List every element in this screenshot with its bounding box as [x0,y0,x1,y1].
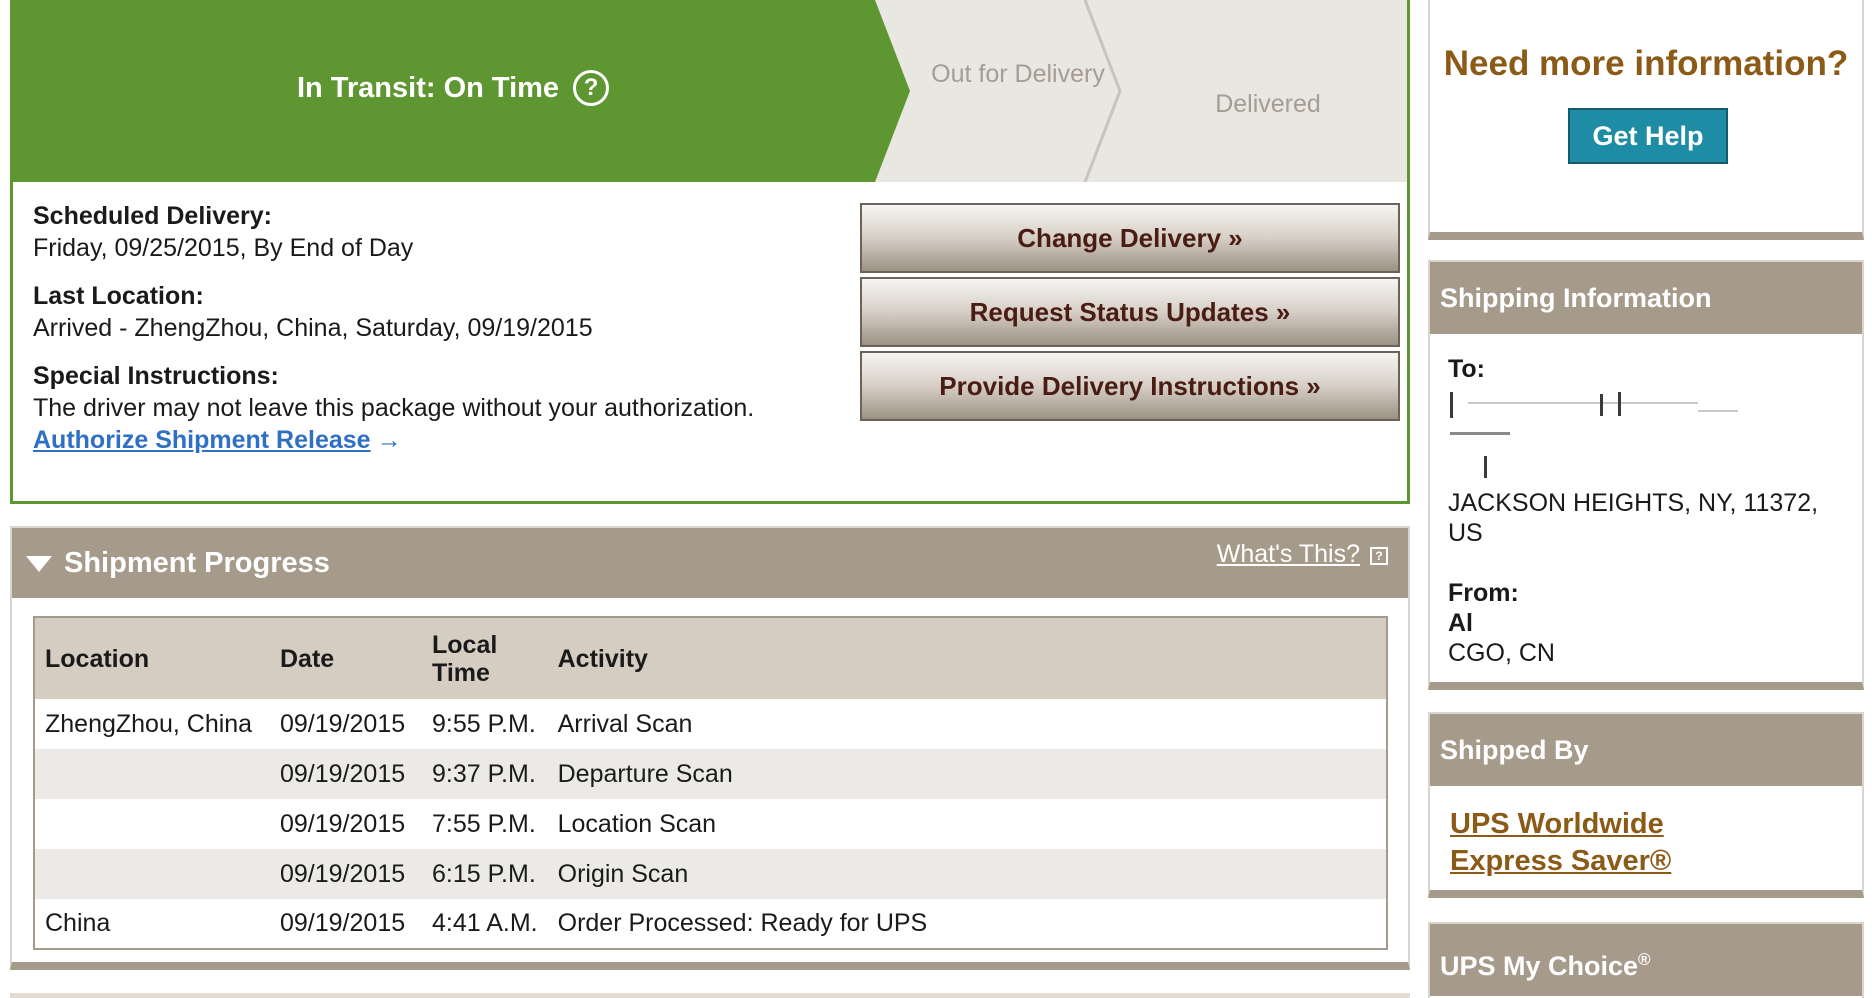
cell-time: 9:55 P.M. [432,709,536,738]
request-status-updates-button[interactable]: Request Status Updates » [860,277,1400,347]
delivery-progress-bar: In Transit: On Time ? Out for Delivery D… [13,0,1407,182]
change-delivery-button[interactable]: Change Delivery » [860,203,1400,273]
special-instructions-value: The driver may not leave this package wi… [33,394,755,422]
cell-time: 4:41 A.M. [432,909,538,937]
need-more-information-title: Need more information? [1443,44,1849,83]
cell-date: 09/19/2015 [280,709,406,738]
status-card: In Transit: On Time ? Out for Delivery D… [10,0,1410,504]
cell-date: 09/19/2015 [280,909,406,937]
collapse-triangle-icon[interactable] [26,556,52,572]
need-help-box: Need more information? Get Help [1428,0,1864,240]
table-row: 09/19/2015 9:37 P.M. Departure Scan [34,749,1387,799]
shipped-by-title: Shipped By [1430,714,1862,786]
cell-time: 6:15 P.M. [422,849,548,899]
authorize-shipment-release-link[interactable]: Authorize Shipment Release [33,426,371,454]
stage-out-for-delivery: Out for Delivery [931,60,1105,88]
shipping-information-box: Shipping Information To: JACKSON HEIGHTS… [1428,260,1864,690]
column-header-location: Location [34,617,270,699]
cell-activity: Origin Scan [547,849,1387,899]
cell-date: 09/19/2015 [280,809,406,838]
help-circle-icon[interactable]: ? [573,70,610,106]
my-choice-title: UPS My Choice® [1430,924,1862,996]
cell-location [34,799,270,849]
from-label: From: [1448,579,1519,607]
whats-this-link[interactable]: What's This? [1217,540,1360,569]
cell-date: 09/19/2015 [270,849,422,899]
service-level-link[interactable]: UPS Worldwide Express Saver® [1430,786,1690,880]
stage-delivered: Delivered [1215,90,1321,118]
arrow-right-icon[interactable]: → [377,426,402,454]
cell-activity: Departure Scan [547,749,1387,799]
last-location-value: Arrived - ZhengZhou, China, Saturday, 09… [33,314,593,342]
info-box-icon[interactable]: ? [1370,547,1388,565]
column-header-date: Date [270,617,422,699]
table-row: 09/19/2015 6:15 P.M. Origin Scan [34,849,1387,899]
shipment-progress-panel: Shipment Progress What's This? ? Locatio… [10,526,1410,970]
redacted-recipient-name [1448,388,1844,482]
column-header-local-time: Local Time [422,617,548,699]
last-location-label: Last Location: [33,282,204,310]
to-address: JACKSON HEIGHTS, NY, 11372, US [1448,489,1819,547]
shipment-details: Scheduled Delivery: Friday, 09/25/2015, … [33,200,853,472]
cell-activity: Location Scan [557,809,717,838]
table-row: China 09/19/2015 4:41 A.M. Order Process… [34,899,1387,949]
cell-time: 7:55 P.M. [432,809,536,838]
shipped-by-box: Shipped By UPS Worldwide Express Saver® [1428,712,1864,898]
cell-location: ZhengZhou, China [45,709,253,738]
scheduled-delivery-value: Friday, 09/25/2015, By End of Day [33,234,414,262]
table-row: ZhengZhou, China 09/19/2015 9:55 P.M. Ar… [34,699,1387,749]
cell-date: 09/19/2015 [270,749,422,799]
registered-mark: ® [1638,950,1651,969]
cell-location [34,849,270,899]
cell-activity: Arrival Scan [557,709,693,738]
shipment-progress-table: Location Date Local Time Activity ZhengZ… [33,616,1388,950]
shipping-information-title: Shipping Information [1430,262,1862,334]
from-name: Al [1448,609,1473,637]
cell-time: 9:37 P.M. [422,749,548,799]
shipment-progress-header[interactable]: Shipment Progress What's This? ? [12,528,1408,598]
next-panel-edge [10,993,1410,998]
cell-location: China [45,909,111,937]
my-choice-label: UPS My Choice [1440,951,1639,981]
scheduled-delivery-label: Scheduled Delivery: [33,202,272,230]
cell-location [34,749,270,799]
provide-delivery-instructions-button[interactable]: Provide Delivery Instructions » [860,351,1400,421]
stage-in-transit-label: In Transit: On Time [296,71,560,104]
stage-in-transit: In Transit: On Time ? [13,70,893,106]
to-label: To: [1448,355,1486,383]
shipment-progress-title: Shipment Progress [64,547,330,579]
get-help-button[interactable]: Get Help [1568,108,1728,164]
table-row: 09/19/2015 7:55 P.M. Location Scan [34,799,1387,849]
cell-activity: Order Processed: Ready for UPS [557,909,928,937]
my-choice-box: UPS My Choice® [1428,922,1864,998]
column-header-activity: Activity [547,617,1387,699]
from-location: CGO, CN [1448,639,1555,667]
table-header-row: Location Date Local Time Activity [34,617,1387,699]
special-instructions-label: Special Instructions: [33,362,279,390]
